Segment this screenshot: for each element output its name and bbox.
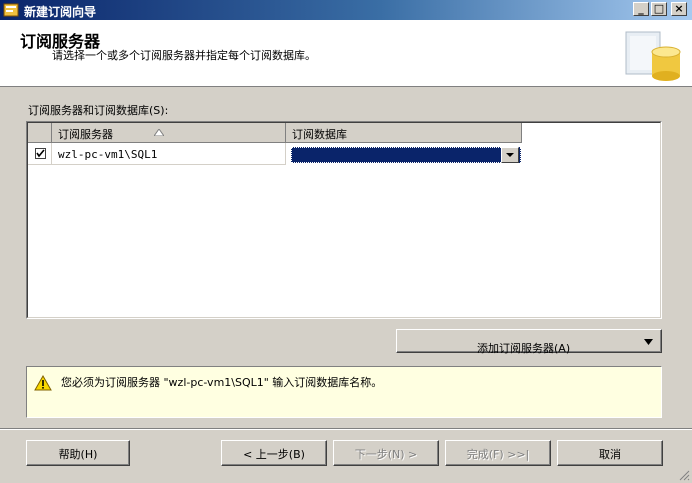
chevron-down-icon (644, 339, 653, 345)
maximize-icon: □ (653, 2, 665, 15)
close-button[interactable]: × (671, 2, 687, 16)
wizard-header: 订阅服务器 请选择一个或多个订阅服务器并指定每个订阅数据库。 (0, 20, 692, 87)
subscribers-grid[interactable]: 订阅服务器 订阅数据库 wzl-pc-vm1\SQL1 (26, 121, 662, 319)
grid-body: 订阅服务器 订阅数据库 wzl-pc-vm1\SQL1 (27, 122, 661, 318)
cancel-button[interactable]: 取消 (557, 440, 663, 466)
column-header-database-label: 订阅数据库 (292, 128, 347, 141)
wizard-icon (3, 3, 19, 17)
minimize-icon: _ (638, 2, 644, 15)
back-button[interactable]: < 上一步(B) (221, 440, 327, 466)
sort-ascending-icon (154, 129, 164, 136)
warning-icon (34, 375, 52, 391)
window-title: 新建订阅向导 (24, 5, 97, 19)
page-subtitle: 请选择一个或多个订阅服务器并指定每个订阅数据库。 (52, 49, 316, 62)
database-dropdown-button[interactable] (501, 147, 519, 163)
next-label: 下一步(N) > (354, 448, 418, 461)
next-button[interactable]: 下一步(N) > (333, 440, 439, 466)
minimize-button[interactable]: _ (633, 2, 649, 16)
subscribers-section-label: 订阅服务器和订阅数据库(S): (28, 104, 169, 117)
table-row-checkbox-cell (28, 143, 52, 165)
cancel-label: 取消 (599, 448, 621, 461)
column-header-subscriber-label: 订阅服务器 (58, 128, 113, 141)
database-icon (625, 31, 681, 81)
message-text: 您必须为订阅服务器 "wzl-pc-vm1\SQL1" 输入订阅数据库名称。 (61, 376, 383, 389)
checkmark-icon (36, 149, 45, 158)
title-bar: 新建订阅向导 _ □ × (0, 0, 692, 20)
maximize-button[interactable]: □ (651, 2, 667, 16)
close-icon: × (674, 2, 684, 15)
subscription-database-combo[interactable] (291, 147, 521, 163)
finish-button[interactable]: 完成(F) >>| (445, 440, 551, 466)
message-area: 您必须为订阅服务器 "wzl-pc-vm1\SQL1" 输入订阅数据库名称。 (26, 366, 662, 418)
checkbox-column-header[interactable] (28, 123, 52, 143)
footer-separator (0, 428, 692, 430)
column-header-subscriber[interactable]: 订阅服务器 (52, 123, 286, 143)
finish-label: 完成(F) >>| (466, 448, 530, 461)
add-subscriber-label: 添加订阅服务器(A) (477, 342, 571, 355)
subscriber-checkbox[interactable] (35, 148, 46, 159)
resize-grip-icon[interactable] (678, 469, 690, 481)
add-subscriber-button[interactable]: 添加订阅服务器(A) (396, 329, 662, 355)
subscriber-name: wzl-pc-vm1\SQL1 (58, 148, 158, 161)
back-label: < 上一步(B) (243, 448, 305, 461)
chevron-down-icon (506, 153, 514, 157)
help-label: 帮助(H) (58, 448, 98, 461)
column-header-database[interactable]: 订阅数据库 (286, 123, 522, 143)
table-row-subscriber-cell[interactable]: wzl-pc-vm1\SQL1 (52, 143, 286, 165)
help-button[interactable]: 帮助(H) (26, 440, 130, 466)
wizard-window: 新建订阅向导 _ □ × 订阅服务器 请选择一个或多个订阅服务器并指定每个订阅数… (0, 0, 692, 483)
